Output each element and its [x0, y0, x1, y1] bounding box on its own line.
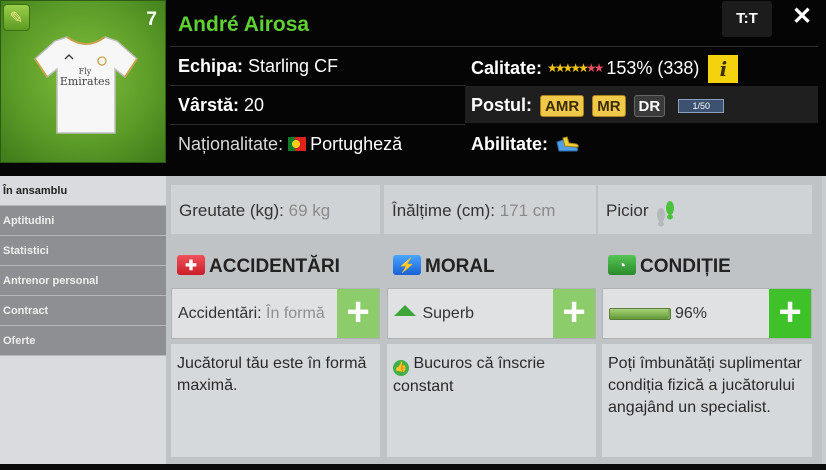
shirt-number: 7 — [146, 9, 157, 30]
nationality-row: Naționalitate: Portugheză — [178, 134, 402, 155]
portugal-flag-icon — [288, 137, 307, 151]
position-badge[interactable]: AMR — [540, 95, 585, 118]
morale-status-text: Superb — [394, 289, 474, 338]
bottom-strip — [0, 464, 826, 470]
morale-heading: ⚡ MORAL — [393, 255, 495, 278]
nationality-label: Naționalitate: — [178, 134, 284, 154]
sidebar-item-contract[interactable]: Contract — [0, 296, 166, 326]
divider — [170, 124, 465, 125]
sidebar-item-statistics[interactable]: Statistici — [0, 236, 166, 266]
position-badge[interactable]: DR — [633, 95, 666, 118]
condition-description: Poți îmbunătăți suplimentar condiția fiz… — [602, 344, 812, 457]
compare-button[interactable]: T:T — [722, 1, 772, 37]
player-name: André Airosa — [178, 13, 310, 36]
quality-stars: ★★★★★★★ — [547, 60, 604, 75]
quality-row: Calitate: ★★★★★★★ 153% (338) i — [471, 55, 739, 83]
age-label: Vârstă: — [178, 95, 240, 115]
age-row: Vârstă: 20 — [178, 95, 264, 116]
quality-label: Calitate: — [471, 57, 543, 78]
divider — [170, 85, 465, 86]
weight-value: 69 kg — [288, 201, 331, 220]
condition-bar — [609, 308, 671, 320]
sidebar-item-skills[interactable]: Aptitudini — [0, 206, 166, 236]
injuries-status: Accidentări: În formă + — [171, 288, 380, 339]
age-value: 20 — [244, 95, 265, 115]
quality-value: 153% (338) — [606, 57, 700, 78]
team-row: Echipa: Starling CF — [178, 56, 338, 77]
injuries-title: ACCIDENTĂRI — [209, 256, 340, 277]
condition-add-button[interactable]: + — [769, 289, 811, 338]
thumbs-up-icon: 👍 — [393, 360, 409, 376]
morale-status: Superb + — [387, 288, 596, 339]
lightning-icon: ⚡ — [393, 255, 421, 275]
injuries-status-text: Accidentări: În formă — [178, 289, 325, 338]
team-value[interactable]: Starling CF — [248, 56, 338, 76]
morale-description: 👍 Bucuros că înscrie constant — [387, 344, 596, 457]
divider — [170, 46, 465, 47]
position-row: Postul: AMR MR DR 1/50 — [471, 95, 725, 118]
jersey-sponsor-line2: Emirates — [59, 75, 111, 88]
up-arrow-icon — [394, 305, 416, 316]
nationality-value: Portugheză — [310, 134, 403, 154]
pencil-icon: ✎ — [9, 9, 24, 27]
condition-description-text: Poți îmbunătăți suplimentar condiția fiz… — [608, 355, 802, 416]
morale-add-button[interactable]: + — [553, 289, 595, 338]
morale-description-block: 👍 Bucuros că înscrie constant — [387, 344, 596, 407]
foot-cell: Picior — [598, 185, 812, 234]
condition-status: 96% + — [602, 288, 812, 339]
close-button[interactable]: ✕ — [782, 0, 822, 36]
sidebar-item-offers[interactable]: Oferte — [0, 326, 166, 356]
condition-bar-fill — [610, 309, 668, 319]
condition-percent: 96% — [675, 305, 708, 322]
condition-heading: ◔ CONDIȚIE — [608, 255, 731, 278]
sidebar-item-overview[interactable]: În ansamblu — [0, 176, 166, 206]
injuries-status-value: În formă — [266, 305, 325, 322]
ability-row: Abilitate: — [471, 134, 581, 155]
boots-icon[interactable] — [553, 136, 581, 154]
height-value: 171 cm — [499, 201, 556, 220]
edit-button[interactable]: ✎ — [3, 4, 30, 31]
morale-description-text: Bucuros că înscrie constant — [393, 355, 546, 395]
morale-status-value: Superb — [422, 305, 475, 322]
condition-title: CONDIȚIE — [640, 256, 731, 277]
sidebar: În ansamblu Aptitudini Statistici Antren… — [0, 176, 166, 464]
ability-label: Abilitate: — [471, 134, 549, 154]
injuries-heading: ✚ ACCIDENTĂRI — [177, 255, 340, 278]
position-label: Postul: — [471, 95, 532, 115]
info-button[interactable]: i — [708, 55, 739, 83]
height-cell: Înălțime (cm): 171 cm — [384, 185, 596, 234]
position-badge[interactable]: MR — [592, 95, 626, 118]
stars-red: ★★ — [585, 60, 604, 75]
jersey-sponsor: Fly Emirates — [45, 67, 125, 87]
divider — [465, 46, 818, 47]
stars-gold: ★★★★★ — [547, 60, 589, 75]
weight-cell: Greutate (kg): 69 kg — [171, 185, 380, 234]
injuries-add-button[interactable]: + — [337, 289, 379, 338]
weight-label: Greutate (kg): — [179, 201, 284, 220]
height-label: Înălțime (cm): — [392, 201, 495, 220]
sidebar-item-personal-trainer[interactable]: Antrenor personal — [0, 266, 166, 296]
foot-label: Picior — [606, 201, 649, 220]
player-photo: ✎ 7 Fly Emirates — [0, 0, 166, 163]
position-progress: 1/50 — [678, 99, 725, 114]
medical-cross-icon: ✚ — [177, 255, 205, 275]
team-label: Echipa: — [178, 56, 244, 76]
stopwatch-icon: ◔ — [608, 255, 636, 275]
footprint-icon — [657, 200, 675, 227]
morale-title: MORAL — [425, 256, 495, 277]
injuries-status-label: Accidentări: — [178, 305, 262, 322]
injuries-description: Jucătorul tău este în formă maximă. — [171, 344, 380, 457]
injuries-description-text: Jucătorul tău este în formă maximă. — [177, 355, 367, 394]
